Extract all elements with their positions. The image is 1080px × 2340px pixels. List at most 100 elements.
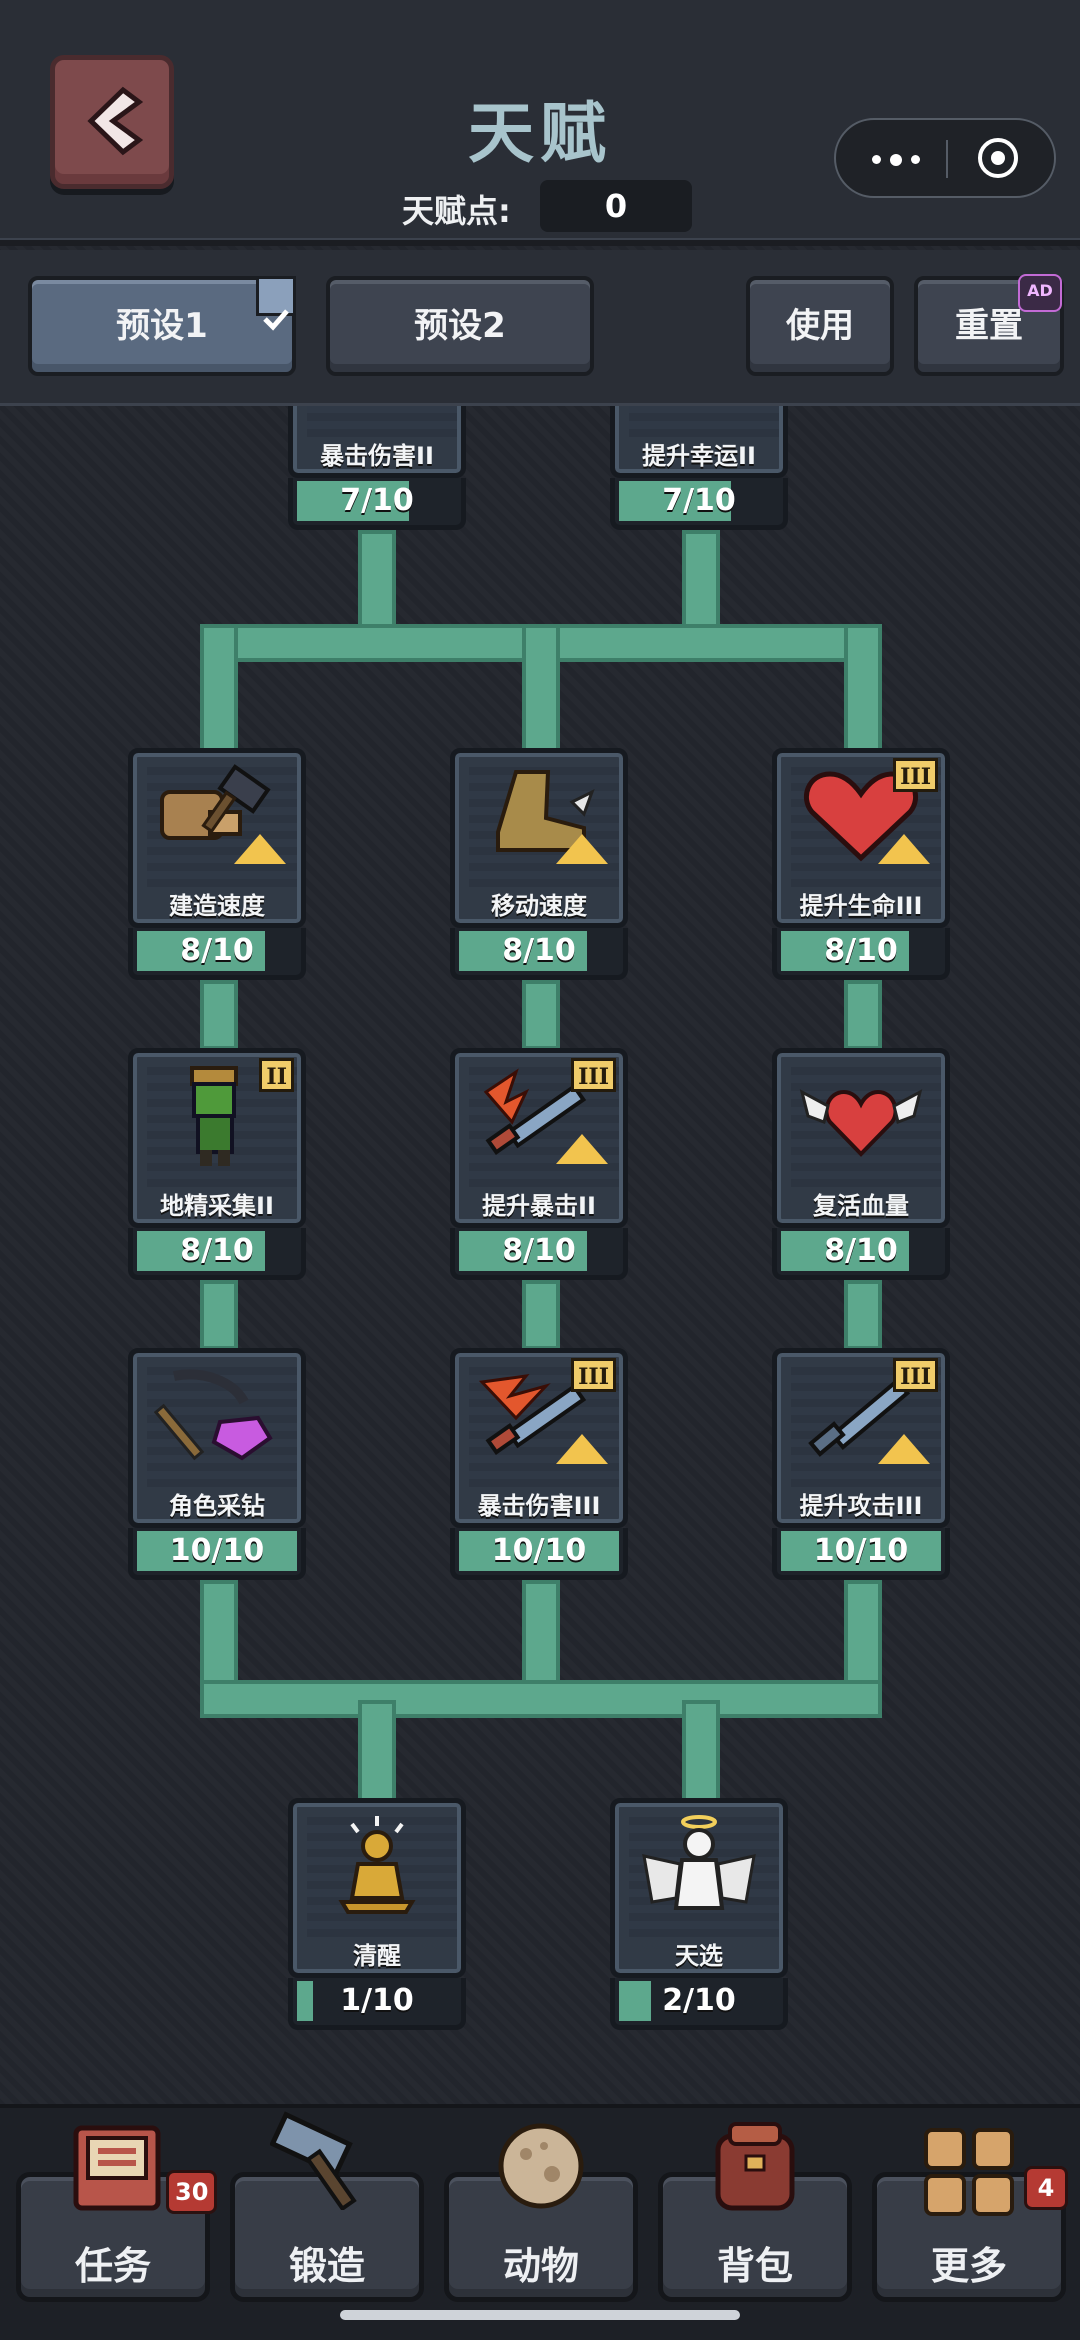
talent-card-move-speed[interactable]: 移动速度 8/10 [450,748,628,980]
talent-label: 建造速度 [169,892,265,920]
connector [200,1680,882,1718]
talent-label: 天选 [675,1942,723,1970]
talent-progress-text: 10/10 [491,1533,587,1568]
talent-label: 提升暴击II [482,1192,596,1220]
nav-label: 锻造 [288,2244,365,2288]
talent-card-awaken[interactable]: 清醒 1/10 [288,1798,466,2030]
talent-progress-bar: 2/10 [610,1978,788,2030]
talent-label: 提升攻击III [799,1492,923,1520]
connector [844,1280,882,1350]
tasks-badge: 30 [166,2170,218,2214]
angel-icon [642,1815,756,1910]
upgrade-arrow-icon [556,834,608,864]
talent-points-label: 天赋点: [402,192,511,230]
talent-points-value: 0 [540,180,692,232]
connector [358,1700,396,1806]
miniprogram-capsule [834,118,1056,198]
use-button[interactable]: 使用 [746,276,894,376]
talent-progress-text: 8/10 [824,933,898,968]
talent-label: 复活血量 [813,1192,909,1220]
tier-badge: II [259,1058,294,1092]
tier-badge: III [571,1058,616,1092]
connector [522,1280,560,1350]
talent-label: 提升幸运II [642,442,756,470]
talent-progress-bar: 1/10 [288,1978,466,2030]
connector [522,624,560,754]
talent-progress-text: 8/10 [180,933,254,968]
task-book-icon [73,2125,161,2211]
connector [200,624,238,754]
talent-label: 提升生命III [799,892,923,920]
talent-card-revive-hp[interactable]: 复活血量 8/10 [772,1048,950,1280]
talent-progress-bar: 7/10 [288,478,466,530]
more-icon[interactable] [866,144,926,174]
ad-badge: AD [1018,274,1062,312]
tier-badge: III [893,1358,938,1392]
close-miniprogram-icon[interactable] [978,138,1018,178]
talent-progress-bar: 8/10 [450,928,628,980]
talent-progress-bar: 10/10 [128,1528,306,1580]
talent-progress-bar: 10/10 [772,1528,950,1580]
pickaxe-gem-icon [154,1369,273,1461]
talent-card-attack-3[interactable]: III 提升攻击III 10/10 [772,1348,950,1580]
upgrade-arrow-icon [234,834,286,864]
nav-label: 背包 [716,2244,793,2288]
egg-icon [498,2123,584,2209]
talent-card-chosen[interactable]: 天选 2/10 [610,1798,788,2030]
reset-button[interactable]: 重置 AD [914,274,1064,376]
more-badge: 4 [1024,2166,1068,2210]
talent-progress-text: 7/10 [662,483,736,518]
header-divider [0,238,1080,246]
connector [844,980,882,1050]
talent-progress-text: 2/10 [662,1983,736,2018]
upgrade-arrow-icon [878,1434,930,1464]
tier-badge: III [571,1358,616,1392]
connector [522,980,560,1050]
talent-progress-bar: 7/10 [610,478,788,530]
meditating-figure-icon [338,1816,416,1914]
check-icon [256,276,296,331]
upgrade-arrow-icon [556,1134,608,1164]
talent-progress-bar: 8/10 [450,1228,628,1280]
talent-label: 暴击伤害II [320,442,434,470]
connector [844,624,882,754]
upgrade-arrow-icon [878,834,930,864]
tier-badge: III [893,758,938,792]
hammer-icon [270,2111,357,2210]
talent-card-crit-2[interactable]: III 提升暴击II 8/10 [450,1048,628,1280]
grid-icon [924,2128,1014,2216]
nav-label: 任务 [74,2244,151,2288]
nav-label: 动物 [502,2244,579,2288]
talent-progress-text: 8/10 [502,933,576,968]
backpack-icon [715,2122,795,2211]
home-indicator [340,2310,740,2320]
upgrade-arrow-icon [556,1434,608,1464]
connector [200,980,238,1050]
talent-progress-text: 10/10 [813,1533,909,1568]
talent-progress-text: 7/10 [340,483,414,518]
talent-card-role-mining[interactable]: 角色采钻 10/10 [128,1348,306,1580]
talent-progress-text: 10/10 [169,1533,265,1568]
talent-progress-bar: 8/10 [772,1228,950,1280]
talent-progress-bar: 8/10 [128,928,306,980]
talent-progress-text: 8/10 [824,1233,898,1268]
talent-label: 暴击伤害III [477,1492,601,1520]
talent-progress-bar: 8/10 [772,928,950,980]
talent-progress-bar: 10/10 [450,1528,628,1580]
talent-progress-text: 8/10 [502,1233,576,1268]
talent-label: 地精采集II [160,1192,274,1220]
preset-2-button[interactable]: 预设2 [326,276,594,376]
talent-progress-text: 1/10 [340,1983,414,2018]
talent-card-goblin-gather-2[interactable]: II 地精采集II 8/10 [128,1048,306,1280]
connector [682,1700,720,1806]
preset-1-button[interactable]: 预设1 [28,276,296,376]
connector [200,1280,238,1350]
talent-progress-bar: 8/10 [128,1228,306,1280]
talent-label: 移动速度 [491,892,587,920]
talent-label: 清醒 [353,1942,401,1970]
talent-card-build-speed[interactable]: 建造速度 8/10 [128,748,306,980]
talent-label: 角色采钻 [169,1492,265,1520]
winged-heart-icon [799,1089,923,1157]
talent-card-hp-3[interactable]: III 提升生命III 8/10 [772,748,950,980]
talent-card-crit-dmg-3[interactable]: III 暴击伤害III 10/10 [450,1348,628,1580]
